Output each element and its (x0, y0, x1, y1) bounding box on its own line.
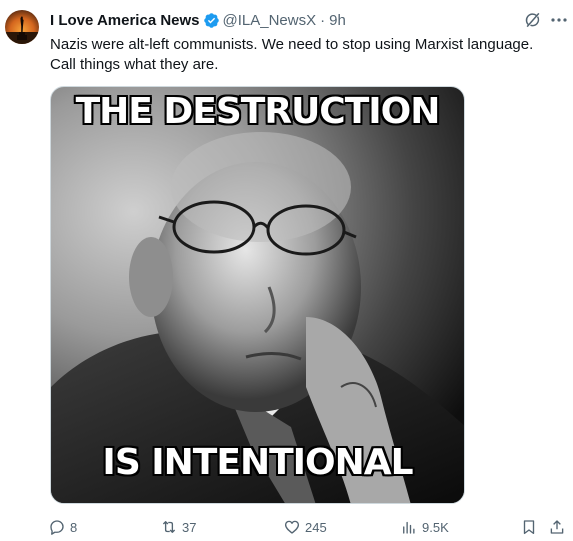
tweet-actions: 8 37 245 9.5K (48, 515, 568, 539)
bookmark-icon (523, 520, 535, 535)
retweet-button[interactable]: 37 (160, 515, 196, 539)
verified-badge-icon (203, 12, 219, 28)
reply-icon (50, 520, 64, 535)
retweet-icon (162, 521, 176, 533)
avatar[interactable] (5, 10, 39, 44)
author-name[interactable]: I Love America News (50, 12, 200, 29)
reply-count: 8 (70, 519, 78, 535)
retweet-count: 37 (182, 519, 197, 535)
reply-button[interactable]: 8 (48, 515, 77, 539)
more-options-icon[interactable] (550, 12, 568, 28)
views-count: 9.5K (422, 519, 449, 535)
timestamp[interactable]: 9h (329, 12, 346, 29)
grok-icon[interactable] (523, 10, 543, 30)
heart-icon (284, 520, 300, 534)
views-button[interactable]: 9.5K (400, 515, 449, 539)
share-icon (550, 520, 564, 534)
author-handle[interactable]: @ILA_NewsX (223, 12, 317, 29)
tweet-text: Nazis were alt-left communists. We need … (50, 36, 534, 73)
meme-bottom-caption: IS INTENTIONAL (102, 442, 413, 483)
tweet-header: I Love America News @ILA_NewsX · 9h (50, 10, 563, 30)
meme-top-caption: THE DESTRUCTION (75, 91, 441, 132)
tweet-image[interactable]: THE DESTRUCTION IS INTENTIONAL (50, 86, 465, 504)
views-chart-icon (403, 521, 415, 534)
like-count: 245 (305, 519, 327, 535)
bookmark-button[interactable] (520, 515, 542, 539)
separator-dot: · (320, 11, 326, 29)
like-button[interactable]: 245 (283, 515, 327, 539)
share-button[interactable] (548, 515, 570, 539)
